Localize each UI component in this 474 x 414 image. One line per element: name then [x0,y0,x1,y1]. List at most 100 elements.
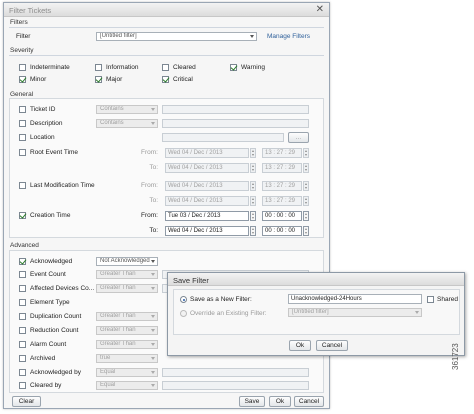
root-event-to-time-spinner[interactable] [303,163,309,173]
severity-major-label: Major [106,76,123,83]
creation-from-time-spinner[interactable] [303,211,309,221]
severity-minor-checkbox[interactable] [19,76,26,83]
creation-to-date[interactable]: Wed 04 / Dec / 2013 [165,226,249,236]
last-mod-from-date[interactable]: Wed 04 / Dec / 2013 [165,181,249,191]
figure-number: 361723 [451,343,460,370]
severity-warning-checkbox[interactable] [230,64,237,71]
ticket-id-operator-value: Contains [100,106,124,112]
last-mod-from-time[interactable]: 13 : 27 : 29 [262,181,302,191]
event-count-checkbox[interactable] [19,271,26,278]
chevron-down-icon [151,287,155,290]
location-input[interactable] [162,133,284,142]
ticket-id-operator-select[interactable]: Contains [96,105,158,114]
severity-critical-checkbox[interactable] [162,76,169,83]
acknowledged-operator-value: Not Acknowledged [100,258,150,264]
chevron-down-icon [151,108,155,111]
description-operator-select[interactable]: Contains [96,119,158,128]
reduction-count-checkbox[interactable] [19,327,26,334]
creation-from-date[interactable]: Tue 03 / Dec / 2013 [165,211,249,221]
root-event-from-time-spinner[interactable] [303,148,309,158]
element-type-checkbox[interactable] [19,299,26,306]
override-existing-radio[interactable] [180,310,187,317]
description-checkbox[interactable] [19,120,26,127]
last-mod-to-date[interactable]: Wed 04 / Dec / 2013 [165,196,249,206]
last-mod-to-time[interactable]: 13 : 27 : 29 [262,196,302,206]
last-mod-from-time-spinner[interactable] [303,181,309,191]
root-event-time-checkbox[interactable] [19,149,26,156]
reduction-count-operator-select[interactable]: Greater Than [96,326,158,335]
affected-devices-count-checkbox[interactable] [19,285,26,292]
divider [9,27,324,28]
archived-label: Archived [30,355,56,362]
alarm-count-checkbox[interactable] [19,341,26,348]
dialog-cancel-button[interactable]: Cancel [316,340,348,351]
save-button[interactable]: Save [239,396,265,407]
duplication-count-operator-select[interactable]: Greater Than [96,312,158,321]
acknowledged-checkbox[interactable] [19,258,26,265]
close-icon[interactable]: ✕ [316,4,324,16]
description-input[interactable] [162,119,309,128]
ticket-id-input[interactable] [162,105,309,114]
creation-from-time[interactable]: 00 : 00 : 00 [262,211,302,221]
dialog-titlebar: Save Filter [168,273,464,286]
severity-cleared-checkbox[interactable] [162,64,169,71]
reduction-count-operator-value: Greater Than [100,327,136,333]
cancel-button[interactable]: Cancel [294,396,324,407]
filter-select[interactable]: [Untitled filter] [96,32,257,41]
clear-button[interactable]: Clear [12,396,41,407]
root-event-to-date[interactable]: Wed 04 / Dec / 2013 [165,163,249,173]
cleared-by-input[interactable] [162,381,309,390]
affected-devices-count-operator-select[interactable]: Greater Than [96,284,158,293]
root-event-from-date-spinner[interactable] [250,148,256,158]
cleared-by-operator-value: Equal [100,382,116,388]
acknowledged-by-operator-select[interactable]: Equal [96,368,158,377]
ok-button[interactable]: Ok [269,396,291,407]
chevron-down-icon [151,122,155,125]
last-modification-time-checkbox[interactable] [19,182,26,189]
manage-filters-link[interactable]: Manage Filters [267,33,310,40]
window-title: Filter Tickets [9,6,52,15]
existing-filter-select[interactable]: [Untitled filter] [288,308,422,317]
cleared-by-checkbox[interactable] [19,382,26,389]
last-mod-to-date-spinner[interactable] [250,196,256,206]
creation-to-time[interactable]: 00 : 00 : 00 [262,226,302,236]
cleared-by-operator-select[interactable]: Equal [96,381,158,390]
ticket-id-checkbox[interactable] [19,106,26,113]
acknowledged-operator-select[interactable]: Not Acknowledged [96,257,158,266]
root-event-to-time[interactable]: 13 : 27 : 29 [262,163,302,173]
affected-devices-count-label: Affected Devices Co... [30,285,95,292]
location-checkbox[interactable] [19,134,26,141]
acknowledged-by-operator-value: Equal [100,369,116,375]
severity-major-checkbox[interactable] [95,76,102,83]
root-event-from-date[interactable]: Wed 04 / Dec / 2013 [165,148,249,158]
creation-from-date-spinner[interactable] [250,211,256,221]
alarm-count-operator-select[interactable]: Greater Than [96,340,158,349]
root-event-from-time[interactable]: 13 : 27 : 29 [262,148,302,158]
root-event-to-date-spinner[interactable] [250,163,256,173]
location-browse-button[interactable]: ... [288,132,309,143]
creation-to-date-spinner[interactable] [250,226,256,236]
severity-information-checkbox[interactable] [95,64,102,71]
dialog-ok-button[interactable]: Ok [289,340,311,351]
chevron-down-icon [151,315,155,318]
last-mod-from-date-spinner[interactable] [250,181,256,191]
element-type-label: Element Type [30,299,70,306]
chevron-down-icon [151,371,155,374]
creation-to-time-spinner[interactable] [303,226,309,236]
creation-time-checkbox[interactable] [19,212,26,219]
new-filter-name-input[interactable]: Unacknowledged-24Hours [288,294,422,304]
archived-checkbox[interactable] [19,355,26,362]
event-count-operator-select[interactable]: Greater Than [96,270,158,279]
severity-cleared-label: Cleared [173,64,196,71]
archived-value-select[interactable]: true [96,354,158,363]
last-mod-to-time-spinner[interactable] [303,196,309,206]
shared-checkbox[interactable] [427,296,434,303]
acknowledged-by-input[interactable] [162,368,309,377]
acknowledged-by-checkbox[interactable] [19,369,26,376]
severity-section-label: Severity [10,47,34,54]
duplication-count-checkbox[interactable] [19,313,26,320]
location-label: Location [30,134,55,141]
save-as-new-radio[interactable] [180,296,187,303]
severity-information-label: Information [106,64,139,71]
severity-indeterminate-checkbox[interactable] [19,64,26,71]
